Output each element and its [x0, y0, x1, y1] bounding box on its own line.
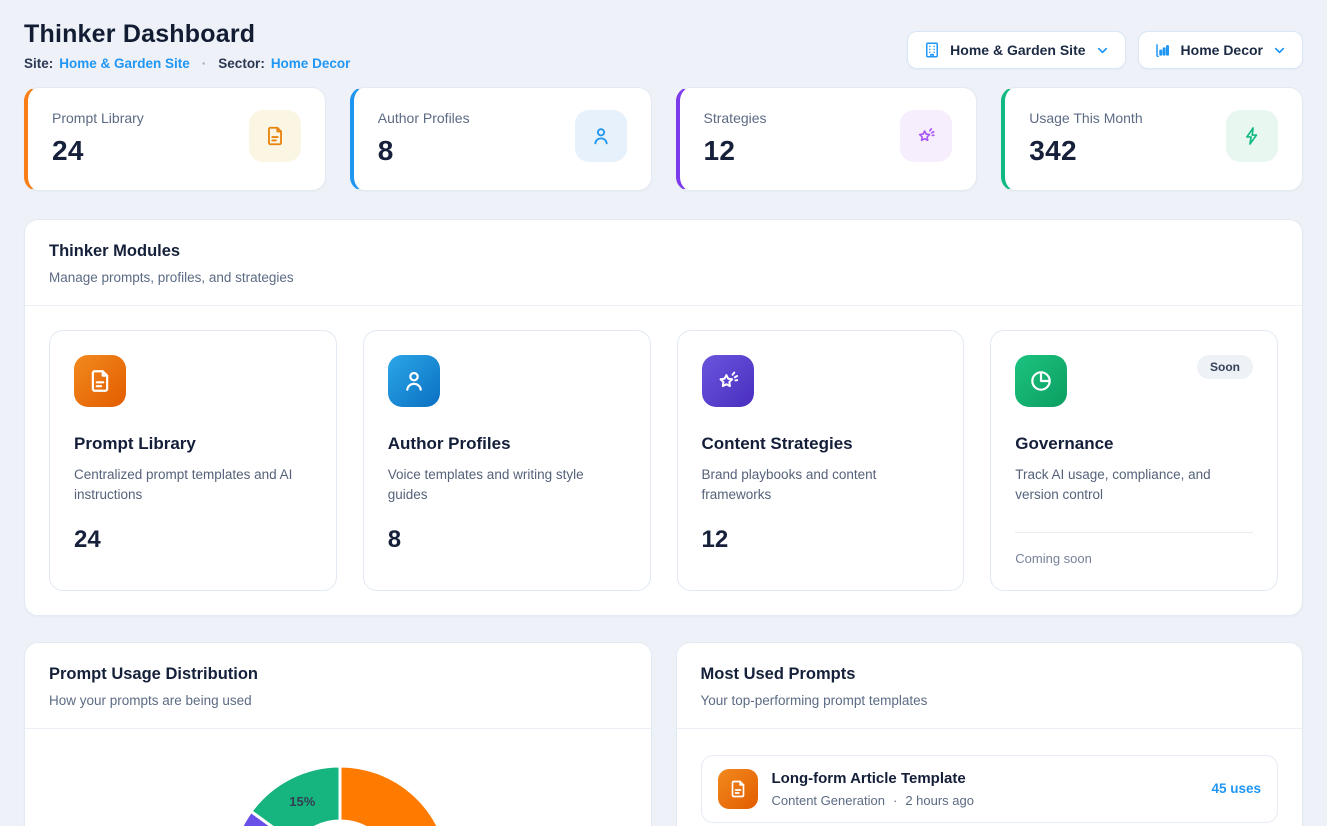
module-card-author-profiles[interactable]: Author Profiles Voice templates and writ… [363, 330, 651, 591]
stat-value: 342 [1029, 135, 1142, 167]
stat-value: 24 [52, 135, 144, 167]
thinker-modules-panel: Thinker Modules Manage prompts, profiles… [24, 219, 1303, 616]
module-description: Voice templates and writing style guides [388, 465, 626, 506]
dashboard-page: Thinker Dashboard Site: Home & Garden Si… [0, 0, 1327, 826]
prompt-separator: · [893, 793, 897, 808]
module-card-content-strategies[interactable]: Content Strategies Brand playbooks and c… [677, 330, 965, 591]
person-icon [575, 110, 627, 162]
module-title: Prompt Library [74, 434, 312, 454]
site-selector-label: Home & Garden Site [950, 42, 1085, 58]
module-title: Author Profiles [388, 434, 626, 454]
stat-value: 12 [704, 135, 767, 167]
header-left: Thinker Dashboard Site: Home & Garden Si… [24, 20, 350, 71]
prompt-uses-count: 45 uses [1211, 781, 1261, 796]
stat-card-author-profiles: Author Profiles 8 [350, 87, 652, 191]
bottom-row: Prompt Usage Distribution How your promp… [24, 642, 1303, 826]
sector-label: Sector: [218, 56, 265, 71]
page-title: Thinker Dashboard [24, 20, 350, 49]
document-icon [249, 110, 301, 162]
chevron-down-icon [1272, 43, 1287, 58]
pie-chart-icon [1015, 355, 1067, 407]
modules-subtitle: Manage prompts, profiles, and strategies [49, 270, 1278, 285]
module-card-governance[interactable]: Soon Governance Track AI usage, complian… [990, 330, 1278, 591]
module-description: Brand playbooks and content frameworks [702, 465, 940, 506]
stat-value: 8 [378, 135, 470, 167]
most-used-header: Most Used Prompts Your top-performing pr… [677, 643, 1303, 729]
module-card-prompt-library[interactable]: Prompt Library Centralized prompt templa… [49, 330, 337, 591]
module-title: Governance [1015, 434, 1253, 454]
sparkle-star-icon [900, 110, 952, 162]
modules-grid: Prompt Library Centralized prompt templa… [25, 306, 1302, 615]
header-selectors: Home & Garden Site Home Decor [907, 31, 1303, 69]
stat-card-prompt-library: Prompt Library 24 [24, 87, 326, 191]
document-icon [74, 355, 126, 407]
stat-label: Strategies [704, 110, 767, 126]
stat-label: Prompt Library [52, 110, 144, 126]
most-used-title: Most Used Prompts [701, 665, 1279, 684]
sector-link[interactable]: Home Decor [271, 56, 351, 71]
stat-card-usage: Usage This Month 342 [1001, 87, 1303, 191]
sector-selector-dropdown[interactable]: Home Decor [1138, 31, 1303, 69]
usage-donut-chart: 15% [220, 756, 460, 826]
usage-distribution-title: Prompt Usage Distribution [49, 665, 627, 684]
modules-header: Thinker Modules Manage prompts, profiles… [25, 220, 1302, 306]
donut-segment [340, 766, 450, 826]
donut-chart-area: 15% [25, 729, 651, 826]
document-icon [718, 769, 758, 809]
divider [1015, 532, 1253, 533]
sparkle-star-icon [702, 355, 754, 407]
most-used-subtitle: Your top-performing prompt templates [701, 693, 1279, 708]
usage-distribution-panel: Prompt Usage Distribution How your promp… [24, 642, 652, 826]
stat-label: Usage This Month [1029, 110, 1142, 126]
soon-badge: Soon [1197, 355, 1253, 379]
prompt-title: Long-form Article Template [772, 770, 1198, 787]
module-description: Centralized prompt templates and AI inst… [74, 465, 312, 506]
module-count: 8 [388, 526, 626, 554]
site-label: Site: [24, 56, 53, 71]
prompt-time: 2 hours ago [905, 793, 974, 808]
header: Thinker Dashboard Site: Home & Garden Si… [24, 20, 1303, 71]
donut-segment-label: 15% [289, 794, 315, 809]
chevron-down-icon [1095, 43, 1110, 58]
site-link[interactable]: Home & Garden Site [59, 56, 190, 71]
coming-soon-text: Coming soon [1015, 551, 1253, 566]
prompt-list: Long-form Article Template Content Gener… [677, 729, 1303, 826]
stats-row: Prompt Library 24 Author Profiles 8 [24, 87, 1303, 191]
stat-label: Author Profiles [378, 110, 470, 126]
module-description: Track AI usage, compliance, and version … [1015, 465, 1253, 506]
prompt-list-item[interactable]: Long-form Article Template Content Gener… [701, 755, 1279, 823]
usage-distribution-header: Prompt Usage Distribution How your promp… [25, 643, 651, 729]
lightning-bolt-icon [1226, 110, 1278, 162]
modules-title: Thinker Modules [49, 242, 1278, 261]
bar-chart-icon [1154, 41, 1172, 59]
sector-selector-label: Home Decor [1181, 42, 1263, 58]
breadcrumb: Site: Home & Garden Site · Sector: Home … [24, 56, 350, 71]
module-count: 24 [74, 526, 312, 554]
prompt-category: Content Generation [772, 793, 885, 808]
breadcrumb-separator: · [202, 56, 207, 71]
site-selector-dropdown[interactable]: Home & Garden Site [907, 31, 1125, 69]
building-icon [923, 41, 941, 59]
most-used-prompts-panel: Most Used Prompts Your top-performing pr… [676, 642, 1304, 826]
module-title: Content Strategies [702, 434, 940, 454]
module-count: 12 [702, 526, 940, 554]
usage-distribution-subtitle: How your prompts are being used [49, 693, 627, 708]
stat-card-strategies: Strategies 12 [676, 87, 978, 191]
person-icon [388, 355, 440, 407]
